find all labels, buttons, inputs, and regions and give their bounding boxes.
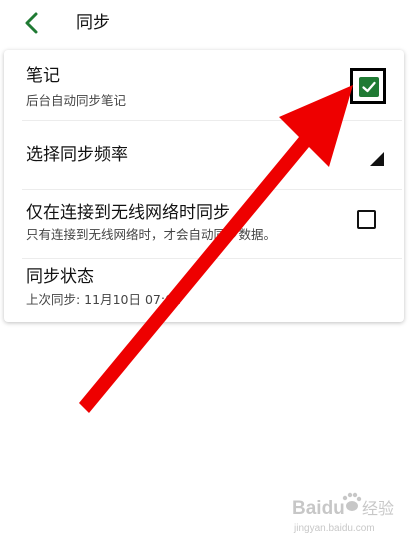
baidu-jingyan-watermark: Baidu 经验 jingyan.baidu.com [292,492,394,534]
sync-status-subtitle: 上次同步: 11月10日 07:02 [26,292,181,307]
sync-status-row[interactable]: 同步状态 上次同步: 11月10日 07:02 [4,259,404,321]
wifi-only-subtitle: 只有连接到无线网络时，才会自动同步数据。 [26,227,277,242]
app-header: 同步 [0,0,409,46]
watermark-url: jingyan.baidu.com [293,523,375,534]
checkbox-highlight-box [350,68,386,104]
sync-status-title: 同步状态 [26,267,94,287]
paw-icon [342,492,362,511]
wifi-only-row[interactable]: 仅在连接到无线网络时同步 只有连接到无线网络时，才会自动同步数据。 [4,190,404,258]
watermark-brand-cn: 经验 [362,499,394,518]
dropdown-triangle-icon [370,152,384,166]
page-title: 同步 [76,13,110,33]
notes-sync-subtitle: 后台自动同步笔记 [26,93,127,108]
sync-frequency-row[interactable]: 选择同步频率 [4,121,404,189]
wifi-only-checkbox[interactable] [357,210,376,229]
wifi-only-title: 仅在连接到无线网络时同步 [26,203,230,223]
notes-sync-row[interactable]: 笔记 后台自动同步笔记 [4,50,404,120]
chevron-left-icon[interactable] [22,11,42,35]
sync-frequency-title: 选择同步频率 [26,145,128,165]
sync-settings-card: 笔记 后台自动同步笔记 选择同步频率 仅在连接到无线网络时同步 只有连接到无线网… [4,50,404,322]
watermark-brand: Baidu [292,498,345,519]
notes-sync-title: 笔记 [26,66,60,86]
